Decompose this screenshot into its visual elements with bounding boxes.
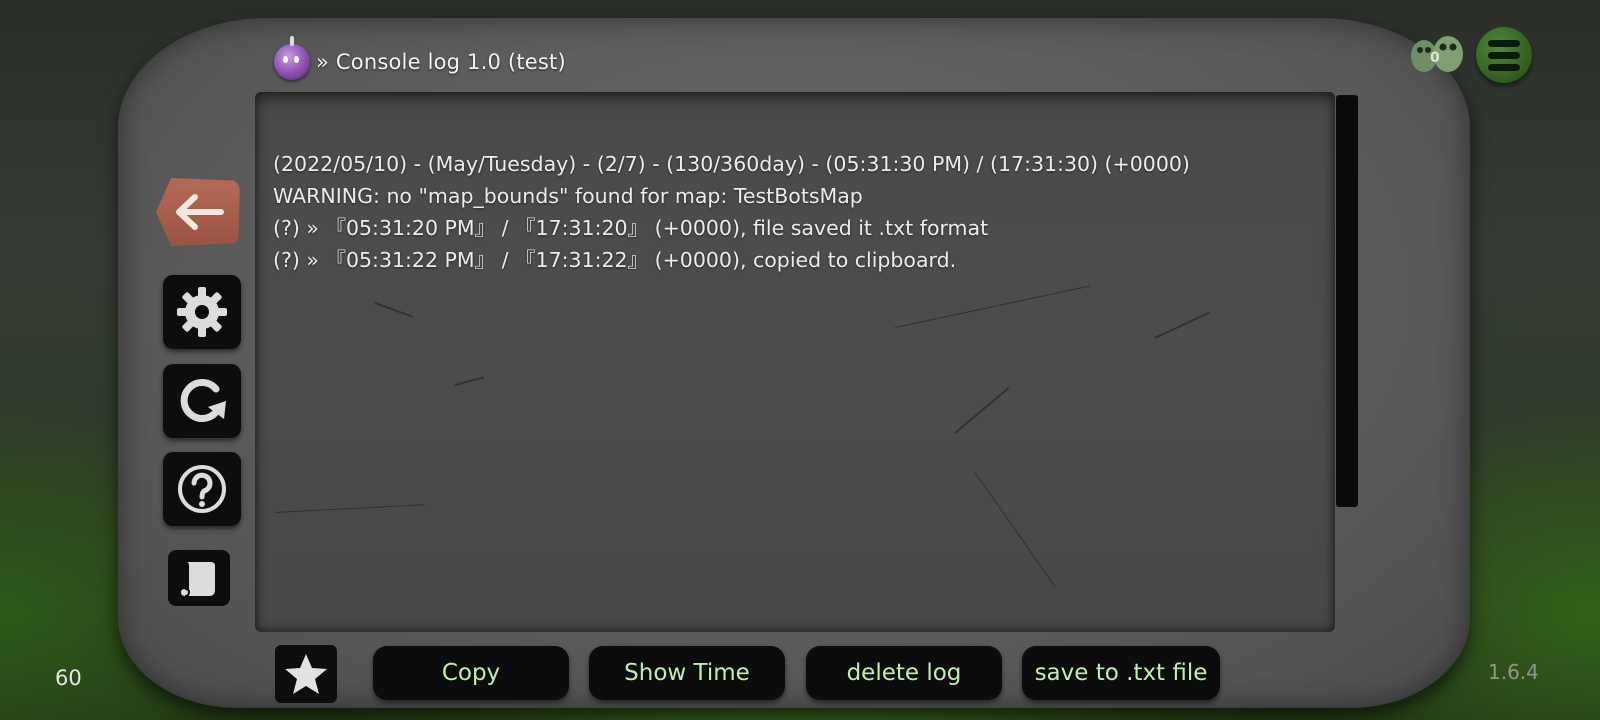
star-icon (285, 654, 327, 694)
window-title: » Console log 1.0 (test) (316, 50, 566, 74)
log-scrollbar[interactable] (1336, 95, 1358, 507)
scroll-icon (181, 562, 215, 597)
friends-count: 0 (1430, 50, 1440, 66)
refresh-button[interactable] (163, 364, 241, 438)
log-line: (?) » 『05:31:20 PM』 / 『17:31:20』 (+0000)… (273, 216, 989, 240)
question-icon (178, 465, 226, 513)
back-button[interactable] (156, 178, 240, 246)
show-time-button[interactable]: Show Time (589, 646, 785, 700)
log-line: WARNING: no "map_bounds" found for map: … (273, 184, 863, 208)
delete-log-button[interactable]: delete log (806, 646, 1002, 700)
settings-button[interactable] (163, 275, 241, 349)
menu-bar (1488, 39, 1520, 47)
copy-button[interactable]: Copy (373, 646, 569, 700)
menu-bar (1488, 63, 1520, 71)
friends-button[interactable]: 0 (1408, 30, 1466, 80)
bomb-mascot-icon (274, 36, 310, 80)
save-to-txt-button[interactable]: save to .txt file (1022, 646, 1220, 700)
scroll-button[interactable] (168, 550, 230, 606)
help-button[interactable] (163, 452, 241, 526)
refresh-icon (180, 379, 226, 422)
console-log-text: (2022/05/10) - (May/Tuesday) - (2/7) - (… (273, 148, 1303, 276)
window-title-bar: » Console log 1.0 (test) (274, 36, 566, 82)
log-line: (?) » 『05:31:22 PM』 / 『17:31:22』 (+0000)… (273, 248, 957, 272)
menu-bar (1488, 51, 1520, 59)
favorite-button[interactable] (275, 645, 337, 703)
gear-icon (177, 287, 227, 337)
version-label: 1.6.4 (1488, 660, 1539, 684)
hamburger-menu-button[interactable] (1476, 27, 1532, 83)
fps-counter: 60 (55, 666, 82, 690)
arrow-left-icon (176, 194, 224, 230)
log-line: (2022/05/10) - (May/Tuesday) - (2/7) - (… (273, 152, 1190, 176)
